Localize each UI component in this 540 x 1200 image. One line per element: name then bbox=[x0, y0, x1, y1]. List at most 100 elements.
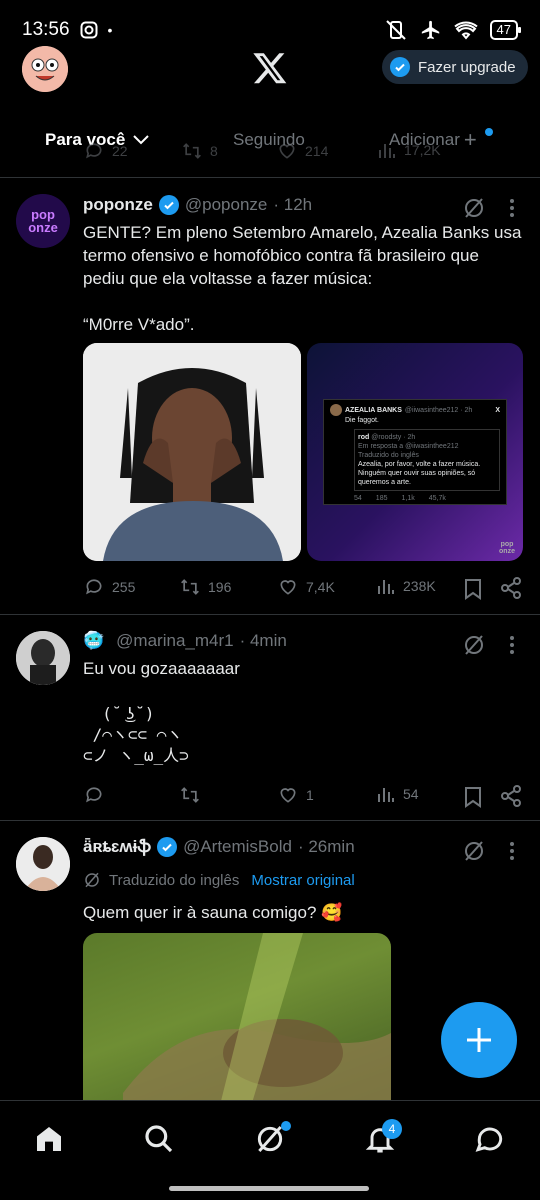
post-text: Quem quer ir à sauna comigo? 🥰 bbox=[83, 903, 343, 922]
embed-stat: 45,7k bbox=[428, 495, 446, 502]
views-button[interactable]: 17,2K bbox=[378, 141, 441, 159]
more-icon[interactable] bbox=[505, 635, 519, 655]
embed-name: AZEALIA BANKS bbox=[345, 406, 402, 414]
embedded-tweet: AZEALIA BANKS @iiwasinthee212 · 2h X Die… bbox=[323, 399, 507, 505]
post-header: 🥶 @marina_m4r1 · 4min bbox=[83, 631, 287, 651]
reply-icon bbox=[86, 579, 102, 595]
repost-button[interactable] bbox=[180, 785, 208, 805]
bookmark-icon[interactable] bbox=[464, 578, 482, 600]
embed-stat: 1,1k bbox=[401, 495, 415, 502]
reply-count: 255 bbox=[112, 579, 136, 595]
verified-badge-icon bbox=[157, 837, 178, 857]
grok-icon[interactable] bbox=[462, 839, 486, 863]
post-time: · 4min bbox=[239, 631, 287, 650]
post-poponze[interactable]: pop onze poponze @poponze · 12h GENTE? E… bbox=[0, 178, 540, 614]
avatar[interactable] bbox=[16, 631, 70, 685]
views-count: 54 bbox=[403, 786, 419, 802]
home-indicator[interactable] bbox=[169, 1186, 369, 1191]
repost-count: 8 bbox=[210, 143, 218, 159]
embed-reply-handle: @roodsty · 2h bbox=[371, 434, 416, 441]
like-button[interactable]: 1 bbox=[278, 785, 314, 805]
previous-post-actions: 22 8 214 17,2K bbox=[0, 141, 540, 163]
more-icon[interactable] bbox=[505, 841, 519, 861]
clock: 13:56 bbox=[22, 19, 70, 40]
post-image-screenshot[interactable]: AZEALIA BANKS @iiwasinthee212 · 2h X Die… bbox=[307, 343, 523, 561]
repost-icon bbox=[181, 579, 199, 595]
repost-button[interactable]: 8 bbox=[182, 141, 218, 161]
share-icon[interactable] bbox=[500, 577, 522, 599]
airplane-icon bbox=[421, 20, 439, 40]
notifications-badge: 4 bbox=[382, 1119, 402, 1139]
upgrade-button[interactable]: Fazer upgrade bbox=[382, 50, 528, 84]
avatar[interactable] bbox=[16, 837, 70, 891]
search-icon[interactable] bbox=[143, 1123, 175, 1155]
post-header: poponze @poponze · 12h bbox=[83, 195, 312, 215]
x-logo-icon[interactable] bbox=[252, 50, 288, 86]
show-original-link[interactable]: Mostrar original bbox=[251, 872, 354, 889]
wifi-icon bbox=[453, 21, 478, 40]
vibrate-off-icon bbox=[385, 20, 406, 40]
post-image-photo[interactable] bbox=[83, 933, 391, 1100]
heart-icon bbox=[279, 144, 295, 159]
compose-button[interactable] bbox=[441, 1002, 517, 1078]
heart-icon bbox=[280, 788, 296, 803]
like-count: 214 bbox=[305, 143, 329, 159]
grok-new-dot-icon bbox=[281, 1121, 291, 1131]
post-time: · 12h bbox=[273, 195, 313, 214]
author-name[interactable]: poponze bbox=[83, 195, 153, 215]
views-icon bbox=[379, 144, 395, 158]
bottom-navigation: 4 bbox=[0, 1100, 540, 1200]
post-text: Eu vou gozaaaaaaar bbox=[83, 659, 240, 678]
views-icon bbox=[378, 788, 394, 802]
ascii-art: (˘ ͜ʖ˘) /⌒ヽ⊂⊂ ⌒ヽ ⊂ノ ヽ_ω_人⊃ bbox=[83, 704, 189, 765]
author-name[interactable]: ǟʀȶɛʍɨֆ bbox=[83, 837, 151, 857]
verified-badge-icon bbox=[158, 195, 179, 215]
reply-icon bbox=[86, 143, 102, 159]
instagram-icon bbox=[80, 21, 98, 39]
repost-count: 196 bbox=[208, 579, 232, 595]
messages-icon[interactable] bbox=[474, 1123, 506, 1155]
grok-icon[interactable] bbox=[462, 633, 486, 657]
embed-handle: @iiwasinthee212 · 2h bbox=[404, 406, 473, 414]
like-button[interactable]: 214 bbox=[277, 141, 328, 161]
reply-button[interactable]: 255 bbox=[84, 577, 135, 597]
grok-translate-icon bbox=[85, 872, 99, 888]
bookmark-icon[interactable] bbox=[464, 786, 482, 808]
author-handle[interactable]: @marina_m4r1 bbox=[116, 631, 233, 651]
reply-button[interactable]: 22 bbox=[84, 141, 128, 161]
author-handle[interactable]: @poponze bbox=[185, 195, 268, 215]
translated-label: Traduzido do inglês bbox=[109, 871, 240, 889]
like-count: 1 bbox=[306, 787, 314, 803]
author-handle[interactable]: @ArtemisBold bbox=[183, 837, 292, 857]
top-header: Fazer upgrade bbox=[0, 40, 540, 100]
repost-icon bbox=[183, 143, 201, 159]
embed-stat: 185 bbox=[375, 495, 388, 502]
avatar[interactable]: pop onze bbox=[16, 194, 70, 248]
embed-reply-name: rod bbox=[358, 434, 370, 441]
views-button[interactable]: 54 bbox=[377, 785, 419, 803]
embed-x-icon: X bbox=[495, 406, 500, 414]
like-count: 7,4K bbox=[306, 579, 335, 595]
views-count: 238K bbox=[403, 578, 436, 594]
heart-icon bbox=[280, 580, 296, 595]
profile-avatar[interactable] bbox=[22, 46, 68, 92]
views-button[interactable]: 238K bbox=[377, 577, 436, 595]
reply-count: 22 bbox=[112, 143, 128, 159]
svg-text:onze: onze bbox=[28, 220, 58, 235]
reply-button[interactable] bbox=[84, 785, 112, 805]
post-marina[interactable]: 🥶 @marina_m4r1 · 4min Eu vou gozaaaaaaar… bbox=[0, 615, 540, 820]
share-icon[interactable] bbox=[500, 785, 522, 807]
like-button[interactable]: 7,4K bbox=[278, 577, 335, 597]
post-text: GENTE? Em pleno Setembro Amarelo, Azeali… bbox=[83, 223, 522, 334]
new-dot-icon bbox=[485, 128, 493, 136]
views-icon bbox=[378, 580, 394, 594]
reply-icon bbox=[86, 787, 102, 803]
repost-icon bbox=[181, 787, 199, 803]
home-icon[interactable] bbox=[33, 1123, 65, 1155]
upgrade-label: Fazer upgrade bbox=[418, 58, 516, 76]
embed-reply-text: Azealia, por favor, volte a fazer música… bbox=[358, 461, 481, 486]
repost-button[interactable]: 196 bbox=[180, 577, 231, 597]
more-icon[interactable] bbox=[505, 198, 519, 218]
post-image-photo[interactable] bbox=[83, 343, 301, 561]
grok-icon[interactable] bbox=[462, 196, 486, 220]
